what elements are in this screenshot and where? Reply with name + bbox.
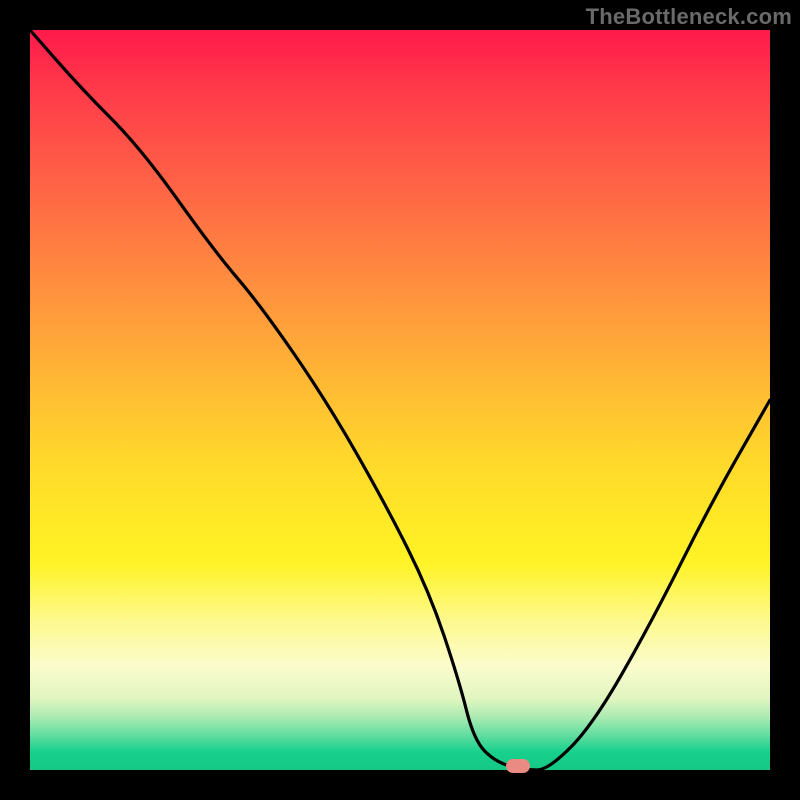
plot-area	[30, 30, 770, 770]
chart-frame: TheBottleneck.com	[0, 0, 800, 800]
bottleneck-curve	[30, 30, 770, 770]
optimal-marker	[506, 759, 530, 773]
watermark-text: TheBottleneck.com	[586, 4, 792, 30]
